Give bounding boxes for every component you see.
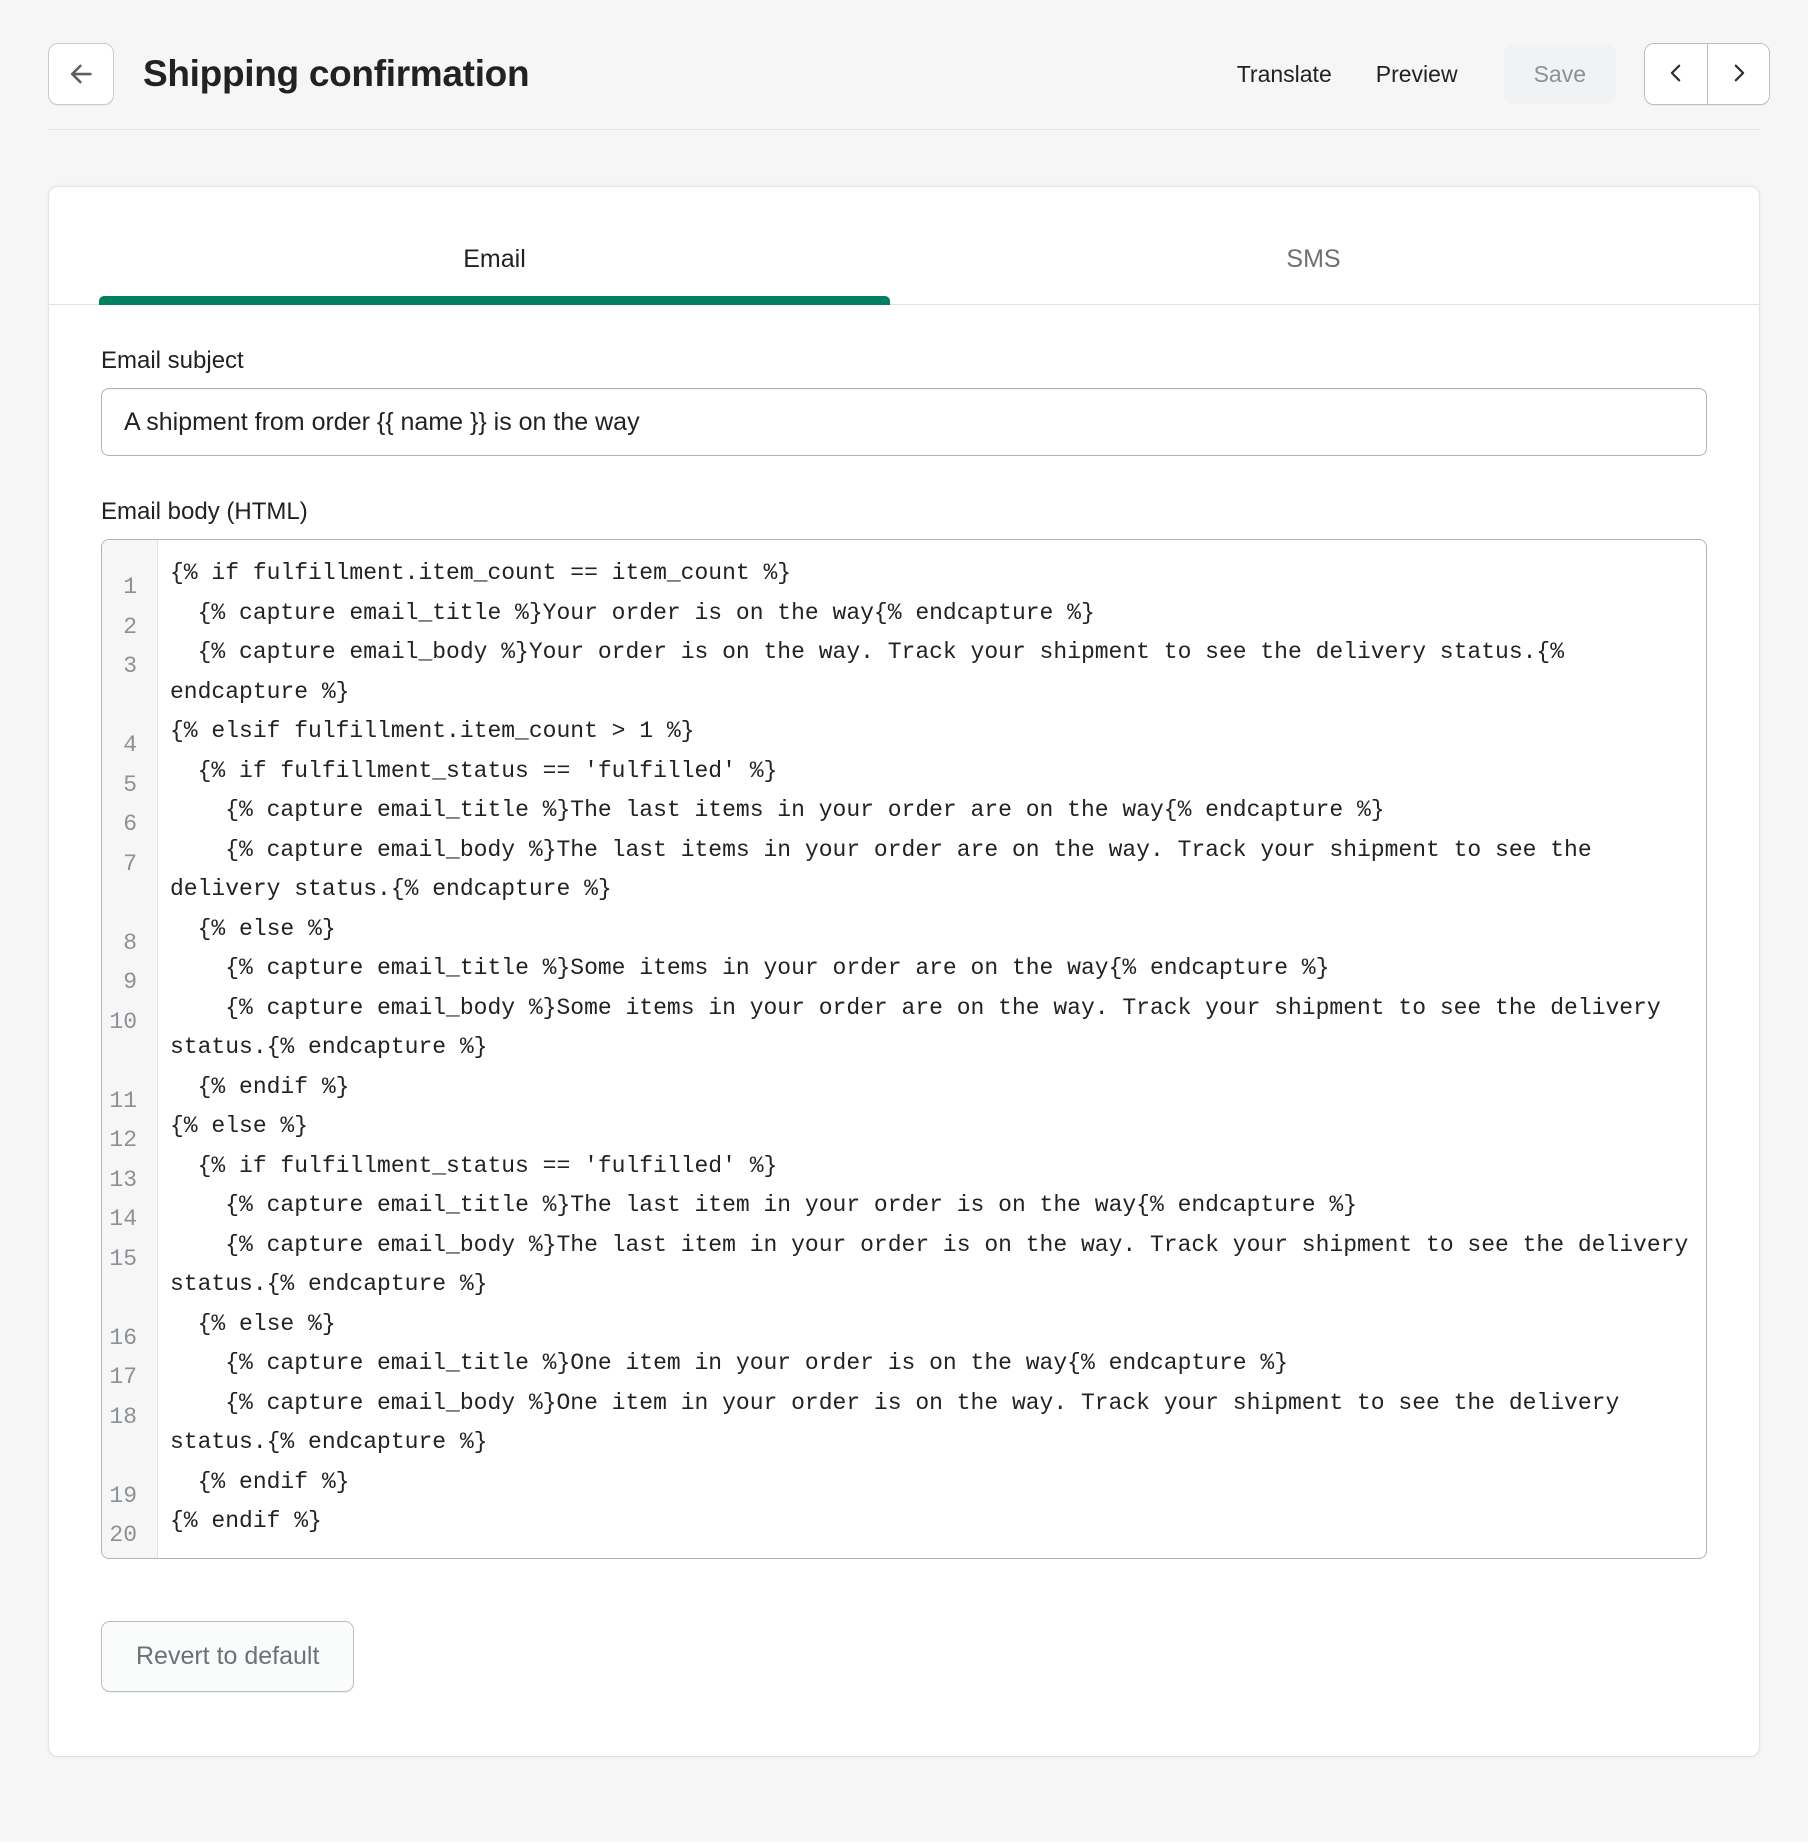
code-line: {% capture email_body %}Some items in yo… bbox=[170, 989, 1696, 1068]
code-line-number: 3 bbox=[123, 647, 147, 687]
preview-button[interactable]: Preview bbox=[1354, 45, 1480, 104]
revert-to-default-button[interactable]: Revert to default bbox=[101, 1621, 354, 1692]
email-body-label: Email body (HTML) bbox=[101, 498, 1707, 526]
code-line: {% if fulfillment_status == 'fulfilled' … bbox=[170, 752, 1696, 792]
code-line: {% capture email_title %}One item in you… bbox=[170, 1344, 1696, 1384]
code-line-number: 9 bbox=[123, 963, 147, 1003]
next-page-button[interactable] bbox=[1707, 44, 1769, 104]
code-line: {% endif %} bbox=[170, 1502, 1696, 1542]
code-line-number: 17 bbox=[109, 1358, 147, 1398]
code-line-numbers: 1234567891011121314151617181920 bbox=[102, 540, 158, 1558]
card-footer: Revert to default bbox=[49, 1559, 1759, 1692]
code-line: {% endif %} bbox=[170, 1463, 1696, 1503]
email-subject-input[interactable] bbox=[101, 388, 1707, 456]
translate-button[interactable]: Translate bbox=[1215, 45, 1354, 104]
code-line: {% else %} bbox=[170, 910, 1696, 950]
chevron-left-icon bbox=[1665, 60, 1687, 89]
code-line: {% else %} bbox=[170, 1305, 1696, 1345]
code-line: {% capture email_body %}The last items i… bbox=[170, 831, 1696, 910]
arrow-left-icon bbox=[66, 59, 96, 89]
code-line: {% capture email_body %}The last item in… bbox=[170, 1226, 1696, 1305]
code-line-number: 13 bbox=[109, 1161, 147, 1201]
pagination-group bbox=[1644, 43, 1770, 105]
code-line-number: 10 bbox=[109, 1003, 147, 1043]
chevron-right-icon bbox=[1728, 60, 1750, 89]
code-line-number: 19 bbox=[109, 1477, 147, 1517]
code-line-number: 20 bbox=[109, 1516, 147, 1556]
channel-tabs: Email SMS bbox=[49, 187, 1759, 305]
code-line-number: 15 bbox=[109, 1240, 147, 1280]
email-template-form: Email subject Email body (HTML) 12345678… bbox=[49, 347, 1759, 1559]
code-line-number: 11 bbox=[109, 1082, 147, 1122]
code-line-number: 7 bbox=[123, 845, 147, 885]
page-header: Shipping confirmation Translate Preview … bbox=[0, 0, 1808, 118]
code-line: {% endif %} bbox=[170, 1068, 1696, 1108]
code-line-number: 8 bbox=[123, 924, 147, 964]
code-line: {% capture email_title %}Some items in y… bbox=[170, 949, 1696, 989]
code-editor[interactable]: 1234567891011121314151617181920 {% if fu… bbox=[101, 539, 1707, 1559]
page-title: Shipping confirmation bbox=[143, 53, 529, 95]
code-line-number: 2 bbox=[123, 608, 147, 648]
previous-page-button[interactable] bbox=[1645, 44, 1707, 104]
back-button[interactable] bbox=[48, 43, 114, 105]
code-line: {% if fulfillment_status == 'fulfilled' … bbox=[170, 1147, 1696, 1187]
code-line: {% if fulfillment.item_count == item_cou… bbox=[170, 554, 1696, 594]
tab-sms[interactable]: SMS bbox=[904, 187, 1723, 304]
code-line-number: 16 bbox=[109, 1319, 147, 1359]
email-subject-field: Email subject bbox=[101, 347, 1707, 456]
code-line-number: 1 bbox=[123, 568, 147, 608]
tab-email[interactable]: Email bbox=[85, 187, 904, 304]
code-line-number: 12 bbox=[109, 1121, 147, 1161]
code-line-number: 4 bbox=[123, 726, 147, 766]
code-line-number: 18 bbox=[109, 1398, 147, 1438]
header-divider bbox=[48, 129, 1760, 130]
email-body-field: Email body (HTML) 1234567891011121314151… bbox=[101, 498, 1707, 1559]
code-content[interactable]: {% if fulfillment.item_count == item_cou… bbox=[158, 540, 1706, 1558]
code-line: {% capture email_body %}One item in your… bbox=[170, 1384, 1696, 1463]
template-editor-card: Email SMS Email subject Email body (HTML… bbox=[48, 186, 1760, 1757]
header-actions: Translate Preview Save bbox=[1215, 43, 1770, 105]
page-root: Shipping confirmation Translate Preview … bbox=[0, 0, 1808, 1842]
code-line-number: 14 bbox=[109, 1200, 147, 1240]
code-line: {% capture email_body %}Your order is on… bbox=[170, 633, 1696, 712]
code-line: {% capture email_title %}Your order is o… bbox=[170, 594, 1696, 634]
code-line: {% capture email_title %}The last items … bbox=[170, 791, 1696, 831]
email-subject-label: Email subject bbox=[101, 347, 1707, 375]
code-line: {% elsif fulfillment.item_count > 1 %} bbox=[170, 712, 1696, 752]
code-line: {% capture email_title %}The last item i… bbox=[170, 1186, 1696, 1226]
save-button[interactable]: Save bbox=[1504, 45, 1616, 104]
code-line: {% else %} bbox=[170, 1107, 1696, 1147]
code-line-number: 6 bbox=[123, 805, 147, 845]
code-line-number: 5 bbox=[123, 766, 147, 806]
